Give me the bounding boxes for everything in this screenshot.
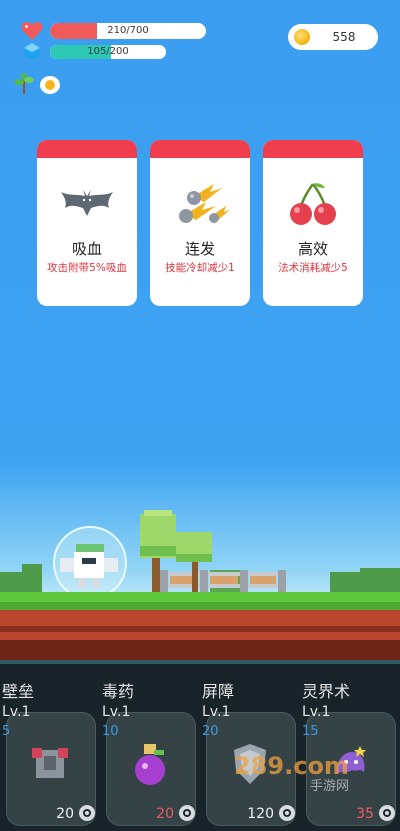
plant-icon[interactable] bbox=[12, 72, 36, 96]
card-description: 攻击附带5%吸血 bbox=[47, 262, 127, 274]
skill-slot-poison[interactable]: 毒药 Lv.1 10 20 bbox=[100, 672, 200, 831]
coin-value: 558 bbox=[332, 30, 356, 44]
watermark-text: 289.com bbox=[234, 752, 349, 780]
card-description: 技能冷却减少1 bbox=[165, 262, 235, 274]
coin-counter: 558 bbox=[288, 24, 378, 50]
skill-name: 灵界术 bbox=[302, 682, 351, 701]
card-title: 吸血 bbox=[71, 240, 102, 258]
gear-icon[interactable] bbox=[78, 804, 96, 822]
skill-price: 20 bbox=[156, 806, 174, 822]
gear-icon[interactable] bbox=[178, 804, 196, 822]
ground-dirt-stripe bbox=[0, 626, 400, 632]
egg-icon[interactable] bbox=[38, 72, 62, 96]
skill-level: Lv.1 bbox=[202, 704, 231, 720]
potion-icon bbox=[135, 744, 165, 785]
skill-mana-cost: 10 bbox=[102, 724, 119, 739]
card-header bbox=[150, 140, 250, 158]
ground-dirt-deep bbox=[0, 640, 400, 660]
card-header bbox=[263, 140, 363, 158]
skill-level: Lv.1 bbox=[302, 704, 331, 720]
skill-mana-cost: 20 bbox=[202, 724, 219, 739]
watermark-subtext: 手游网 bbox=[310, 779, 349, 794]
meteor-icon bbox=[179, 184, 230, 223]
skill-name: 壁垒 bbox=[2, 682, 35, 701]
bat-icon bbox=[61, 190, 113, 216]
ground-grass-shade bbox=[0, 602, 400, 610]
skill-name: 毒药 bbox=[102, 682, 135, 701]
cherry-icon bbox=[290, 183, 336, 225]
health-text: 210/700 bbox=[107, 25, 149, 36]
coin-icon bbox=[294, 29, 310, 45]
skill-level: Lv.1 bbox=[102, 704, 131, 720]
heart-icon bbox=[21, 22, 43, 40]
skill-name: 屏障 bbox=[202, 682, 235, 701]
mana-text: 105/200 bbox=[87, 46, 129, 57]
armor-icon bbox=[32, 748, 68, 778]
skill-price: 120 bbox=[247, 806, 274, 822]
card-title: 高效 bbox=[297, 240, 328, 258]
card-header bbox=[37, 140, 137, 158]
hud: 210/700 105/200 558 bbox=[0, 0, 400, 110]
health-bar: 210/700 bbox=[50, 23, 206, 39]
skill-level: Lv.1 bbox=[2, 704, 31, 720]
upgrade-card-efficiency[interactable]: 高效 法术消耗减少5 bbox=[263, 140, 363, 306]
mana-bar: 105/200 bbox=[50, 45, 166, 59]
panel-edge bbox=[0, 660, 400, 664]
skill-slot-barrier[interactable]: 壁垒 Lv.1 5 20 bbox=[0, 672, 100, 831]
crystal-icon bbox=[24, 43, 40, 61]
skill-price: 35 bbox=[356, 806, 374, 822]
site-watermark-logo: 289.com 手游网 bbox=[234, 752, 349, 794]
upgrade-card-rapid-fire[interactable]: 连发 技能冷却减少1 bbox=[150, 140, 250, 306]
skill-price: 20 bbox=[56, 806, 74, 822]
skill-mana-cost: 5 bbox=[2, 724, 11, 739]
gear-icon[interactable] bbox=[378, 804, 396, 822]
skill-mana-cost: 15 bbox=[302, 724, 319, 739]
card-description: 法术消耗减少5 bbox=[278, 262, 348, 274]
upgrade-card-lifesteal[interactable]: 吸血 攻击附带5%吸血 bbox=[37, 140, 137, 306]
gear-icon[interactable] bbox=[278, 804, 296, 822]
card-title: 连发 bbox=[184, 240, 215, 258]
